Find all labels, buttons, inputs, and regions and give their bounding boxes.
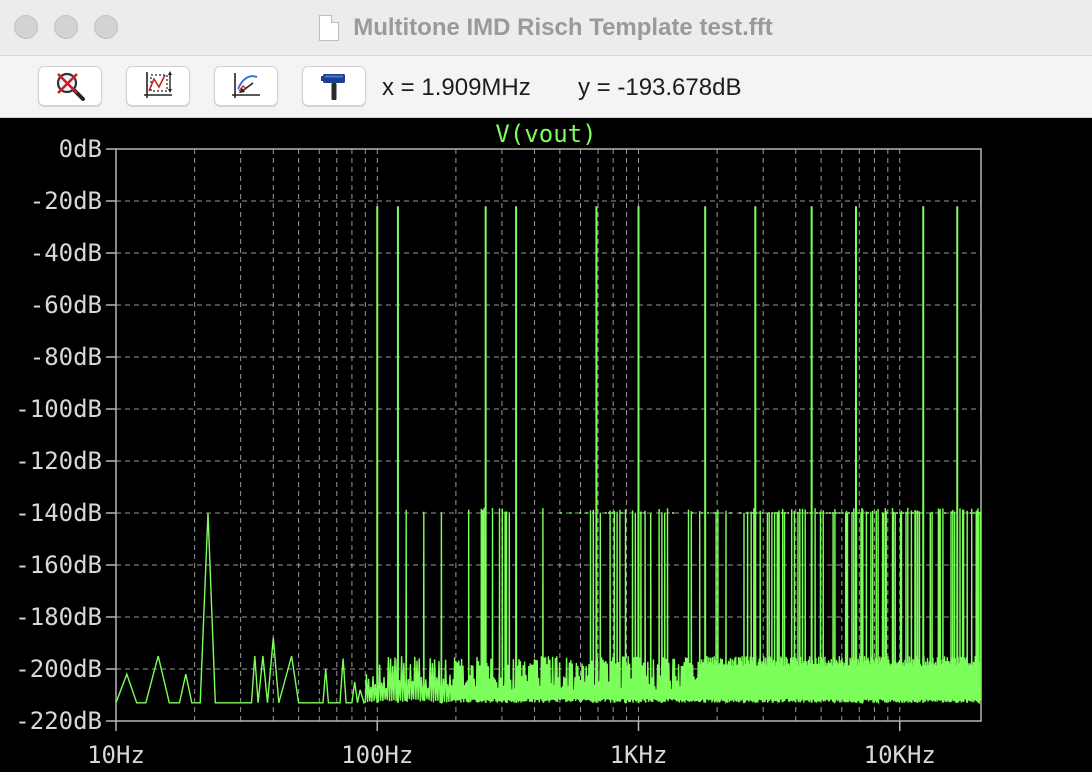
x-tick-label: 100Hz	[341, 741, 413, 769]
y-tick-label: -200dB	[15, 655, 102, 683]
autorange-icon	[144, 71, 172, 98]
x-tick-label: 1KHz	[610, 741, 668, 769]
fft-plot[interactable]: V(vout) 0dB -20dB -40dB -60dB -80dB -100dB -12…	[0, 118, 1092, 772]
x-tick-label: 10KHz	[864, 741, 936, 769]
plot-pane[interactable]: V(vout) 0dB -20dB -40dB -60dB -80dB -100dB -12…	[0, 118, 1092, 772]
window-title: Multitone IMD Risch Template test.fft	[353, 14, 773, 41]
cursor-y-readout: y = -193.678dB	[578, 74, 742, 101]
y-tick-label: -80dB	[30, 343, 102, 371]
y-tick-label: -40dB	[30, 239, 102, 267]
zoom-cancel-button[interactable]	[38, 66, 102, 106]
minimize-window-button[interactable]	[54, 15, 78, 39]
cursor-x-readout: x = 1.909MHz	[382, 74, 531, 101]
y-tick-label: 0dB	[59, 135, 102, 163]
settings-button[interactable]	[302, 66, 366, 106]
zoom-window-button[interactable]	[94, 15, 118, 39]
document-icon	[319, 15, 340, 41]
zoom-cancel-icon	[56, 72, 85, 101]
title-bar: Multitone IMD Risch Template test.fft	[0, 0, 1092, 56]
x-tick-label: 10Hz	[87, 741, 145, 769]
y-tick-label: -120dB	[15, 447, 102, 475]
x-axis: 10Hz 100Hz 1KHz 10KHz	[87, 721, 936, 769]
toolbar	[0, 56, 1092, 118]
hammer-icon	[321, 74, 345, 100]
trace-layer	[115, 206, 982, 705]
y-tick-label: -100dB	[15, 395, 102, 423]
y-axis: 0dB -20dB -40dB -60dB -80dB -100dB -120dB -140d…	[15, 135, 116, 735]
autorange-button[interactable]	[126, 66, 190, 106]
close-window-button[interactable]	[14, 15, 38, 39]
y-tick-label: -160dB	[15, 551, 102, 579]
trace-title[interactable]: V(vout)	[495, 120, 596, 148]
y-tick-label: -220dB	[15, 707, 102, 735]
zoom-back-icon	[232, 73, 260, 98]
app-window: Multitone IMD Risch Template test.fft x …	[0, 0, 1092, 772]
zoom-back-button[interactable]	[214, 66, 278, 106]
title-container: Multitone IMD Risch Template test.fft	[0, 0, 1092, 56]
y-tick-label: -60dB	[30, 291, 102, 319]
vout-trace[interactable]	[115, 507, 982, 705]
y-tick-label: -180dB	[15, 603, 102, 631]
y-tick-label: -140dB	[15, 499, 102, 527]
y-tick-label: -20dB	[30, 187, 102, 215]
